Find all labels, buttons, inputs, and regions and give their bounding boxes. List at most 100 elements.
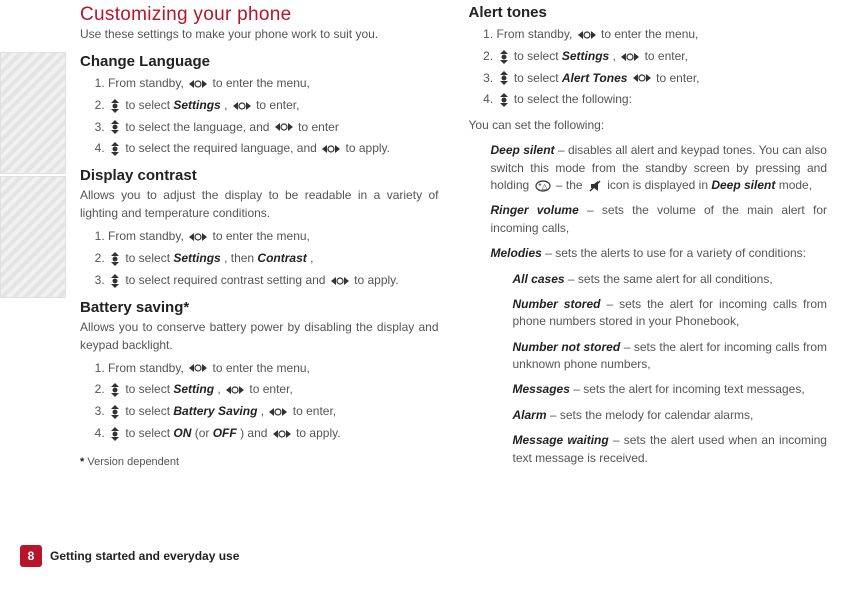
text: From standby, bbox=[108, 361, 187, 375]
text: , bbox=[261, 404, 268, 418]
text: – the bbox=[556, 178, 586, 192]
step: From standby, to enter the menu, bbox=[108, 360, 439, 377]
nav-up-down-icon bbox=[499, 71, 509, 85]
menu-item-settings: Settings bbox=[173, 251, 220, 265]
option-message-waiting: Message waiting – sets the alert used wh… bbox=[513, 432, 828, 467]
step: From standby, to enter the menu, bbox=[497, 26, 828, 43]
menu-item-alert-tones: Alert Tones bbox=[562, 71, 628, 85]
text: to enter, bbox=[293, 404, 336, 418]
step: to select the language, and to enter bbox=[108, 119, 439, 136]
text: to enter, bbox=[656, 71, 699, 85]
option-off: OFF bbox=[213, 426, 237, 440]
text: to select the required language, and bbox=[125, 141, 320, 155]
text: , bbox=[613, 49, 620, 63]
text: to enter the menu, bbox=[212, 76, 309, 90]
left-column: Customizing your phone Use these setting… bbox=[80, 4, 439, 475]
step: to select Settings , to enter, bbox=[497, 48, 828, 65]
nav-up-down-icon bbox=[110, 142, 120, 156]
mode-name: Deep silent bbox=[711, 178, 775, 192]
text: to apply. bbox=[354, 273, 398, 287]
nav-left-right-icon bbox=[578, 30, 596, 40]
label: Number not stored bbox=[513, 340, 621, 354]
footer-text: Getting started and everyday use bbox=[50, 549, 239, 563]
option-ringer-volume: Ringer volume – sets the volume of the m… bbox=[491, 202, 828, 237]
text: to select bbox=[514, 71, 562, 85]
step: to select the required language, and to … bbox=[108, 140, 439, 157]
option-number-stored: Number stored – sets the alert for incom… bbox=[513, 296, 828, 331]
step: to select ON (or OFF ) and to apply. bbox=[108, 425, 439, 442]
label: Melodies bbox=[491, 246, 542, 260]
mute-icon bbox=[588, 179, 602, 193]
label: Alarm bbox=[513, 408, 547, 422]
section-desc: Allows you to adjust the display to be r… bbox=[80, 186, 439, 222]
menu-item-settings: Settings bbox=[173, 98, 220, 112]
text: to select bbox=[125, 426, 173, 440]
label: All cases bbox=[513, 272, 565, 286]
nav-up-down-icon bbox=[110, 252, 120, 266]
text: to enter, bbox=[645, 49, 688, 63]
step: From standby, to enter the menu, bbox=[108, 75, 439, 92]
text: mode, bbox=[779, 178, 812, 192]
text: to enter bbox=[298, 120, 339, 134]
nav-left-right-icon bbox=[233, 101, 251, 111]
nav-left-right-icon bbox=[226, 385, 244, 395]
option-all-cases: All cases – sets the same alert for all … bbox=[513, 271, 828, 288]
page-title: Customizing your phone bbox=[80, 4, 439, 26]
option-messages: Messages – sets the alert for incoming t… bbox=[513, 381, 828, 398]
melodies-sub-options: All cases – sets the same alert for all … bbox=[513, 271, 828, 468]
text: From standby, bbox=[108, 229, 187, 243]
footnote: * Version dependent bbox=[80, 456, 439, 468]
nav-up-down-icon bbox=[499, 50, 509, 64]
text: , bbox=[217, 382, 224, 396]
option-deep-silent: Deep silent – disables all alert and key… bbox=[491, 142, 828, 194]
step: From standby, to enter the menu, bbox=[108, 228, 439, 245]
nav-left-right-icon bbox=[322, 144, 340, 154]
menu-item-settings: Settings bbox=[562, 49, 609, 63]
steps-alert-tones: From standby, to enter the menu, to sele… bbox=[469, 26, 828, 108]
text: to enter, bbox=[256, 98, 299, 112]
nav-left-right-icon bbox=[189, 79, 207, 89]
text: to apply. bbox=[296, 426, 340, 440]
text: to enter the menu, bbox=[212, 229, 309, 243]
text: icon is displayed in bbox=[607, 178, 711, 192]
label: Messages bbox=[513, 382, 570, 396]
section-heading-change-language: Change Language bbox=[80, 53, 439, 70]
right-column: Alert tones From standby, to enter the m… bbox=[469, 4, 828, 475]
step: to select Alert Tones to enter, bbox=[497, 70, 828, 87]
nav-up-down-icon bbox=[110, 120, 120, 134]
step: to select required contrast setting and … bbox=[108, 272, 439, 289]
nav-up-down-icon bbox=[110, 99, 120, 113]
footnote-text: Version dependent bbox=[87, 456, 179, 468]
nav-left-right-icon bbox=[275, 122, 293, 132]
text: From standby, bbox=[108, 76, 187, 90]
nav-left-right-icon bbox=[269, 407, 287, 417]
nav-up-down-icon bbox=[110, 274, 120, 288]
text: to select the language, and bbox=[125, 120, 272, 134]
page-thumbnail bbox=[0, 52, 66, 174]
page-intro: Use these settings to make your phone wo… bbox=[80, 27, 439, 41]
label: Deep silent bbox=[491, 143, 555, 157]
menu-item-battery-saving: Battery Saving bbox=[173, 404, 257, 418]
label: Number stored bbox=[513, 297, 601, 311]
option-on: ON bbox=[173, 426, 191, 440]
key-star-icon: *△ bbox=[535, 180, 551, 192]
text: to enter the menu, bbox=[601, 27, 698, 41]
steps-display-contrast: From standby, to enter the menu, to sele… bbox=[80, 228, 439, 288]
text: to select required contrast setting and bbox=[125, 273, 328, 287]
text: , bbox=[310, 251, 313, 265]
page-number: 8 bbox=[20, 545, 42, 567]
page-footer: 8 Getting started and everyday use bbox=[20, 545, 239, 567]
text: – sets the alert for incoming text messa… bbox=[573, 382, 804, 396]
menu-item-contrast: Contrast bbox=[257, 251, 306, 265]
step: to select the following: bbox=[497, 91, 828, 108]
text: , then bbox=[224, 251, 257, 265]
text: ) and bbox=[240, 426, 271, 440]
steps-change-language: From standby, to enter the menu, to sele… bbox=[80, 75, 439, 157]
svg-text:*△: *△ bbox=[538, 182, 548, 191]
text: , bbox=[224, 98, 231, 112]
section-heading-battery-saving: Battery saving* bbox=[80, 299, 439, 316]
section-heading-alert-tones: Alert tones bbox=[469, 4, 828, 21]
text: to enter, bbox=[249, 382, 292, 396]
alert-options: Deep silent – disables all alert and key… bbox=[491, 142, 828, 467]
nav-left-right-icon bbox=[273, 429, 291, 439]
